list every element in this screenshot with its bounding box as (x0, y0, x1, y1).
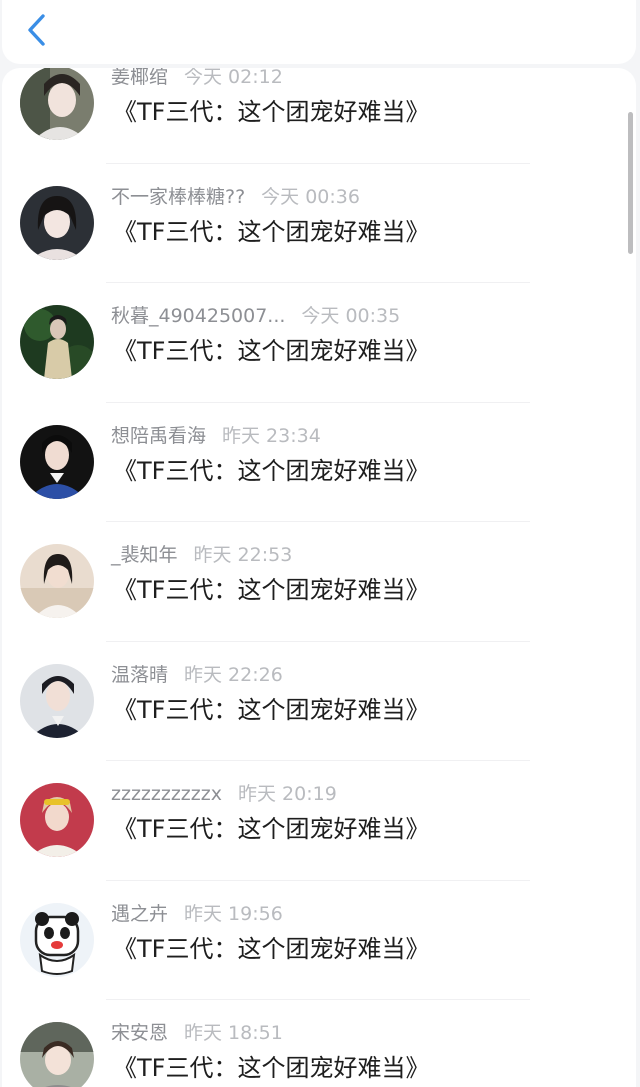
timestamp: 今天 00:35 (301, 305, 401, 327)
list-item[interactable]: 不一家棒棒糖?? 今天 00:36 《TF三代：这个团宠好难当》 (2, 164, 636, 283)
timestamp: 昨天 22:53 (193, 544, 293, 566)
book-title[interactable]: 《TF三代：这个团宠好难当》 (113, 217, 429, 247)
avatar[interactable] (20, 68, 94, 140)
scrollbar[interactable] (628, 112, 633, 254)
list-item[interactable]: _裴知年 昨天 22:53 《TF三代：这个团宠好难当》 (2, 522, 636, 642)
avatar[interactable] (20, 663, 94, 738)
timestamp: 昨天 23:34 (222, 424, 321, 447)
top-bar (2, 0, 636, 64)
message-meta: 不一家棒棒糖?? 今天 00:36 (111, 185, 360, 209)
user-name[interactable]: 遇之卉 (111, 903, 168, 925)
user-name[interactable]: 想陪禹看海 (111, 425, 206, 447)
book-title[interactable]: 《TF三代：这个团宠好难当》 (113, 695, 429, 725)
book-title[interactable]: 《TF三代：这个团宠好难当》 (113, 336, 429, 366)
user-name[interactable]: zzzzzzzzzzx (111, 783, 222, 805)
message-list: 姜椰绾 今天 02:12 《TF三代：这个团宠好难当》 不一家棒棒糖?? 今天 00… (2, 68, 636, 1087)
timestamp: 昨天 19:56 (184, 902, 283, 925)
message-meta: 温落晴 昨天 22:26 (111, 663, 283, 687)
user-name[interactable]: 姜椰绾 (111, 68, 168, 88)
back-button[interactable] (18, 12, 54, 52)
user-name[interactable]: 宋安恩 (111, 1022, 168, 1044)
message-meta: 姜椰绾 今天 02:12 (111, 68, 283, 89)
message-list-card: 姜椰绾 今天 02:12 《TF三代：这个团宠好难当》 不一家棒棒糖?? 今天 00… (2, 68, 636, 1087)
avatar[interactable] (20, 185, 94, 260)
list-item[interactable]: zzzzzzzzzzx 昨天 20:19 《TF三代：这个团宠好难当》 (2, 761, 636, 881)
notification-list-page: 姜椰绾 今天 02:12 《TF三代：这个团宠好难当》 不一家棒棒糖?? 今天 00… (0, 0, 640, 1087)
message-meta: zzzzzzzzzzx 昨天 20:19 (111, 782, 337, 806)
book-title[interactable]: 《TF三代：这个团宠好难当》 (113, 1053, 429, 1083)
list-item[interactable]: 想陪禹看海 昨天 23:34 《TF三代：这个团宠好难当》 (2, 403, 636, 522)
timestamp: 今天 00:36 (261, 185, 360, 208)
user-name[interactable]: 温落晴 (111, 664, 168, 686)
list-item[interactable]: 秋暮_490425007... 今天 00:35 《TF三代：这个团宠好难当》 (2, 283, 636, 403)
timestamp: 今天 02:12 (184, 68, 283, 88)
avatar[interactable] (20, 783, 94, 857)
list-item[interactable]: 温落晴 昨天 22:26 《TF三代：这个团宠好难当》 (2, 642, 636, 761)
book-title[interactable]: 《TF三代：这个团宠好难当》 (113, 575, 429, 605)
message-meta: 宋安恩 昨天 18:51 (111, 1021, 283, 1045)
message-meta: 遇之卉 昨天 19:56 (111, 902, 283, 926)
book-title[interactable]: 《TF三代：这个团宠好难当》 (113, 456, 429, 486)
message-meta: 想陪禹看海 昨天 23:34 (111, 424, 321, 448)
avatar[interactable] (20, 544, 94, 618)
user-name[interactable]: 不一家棒棒糖?? (111, 186, 245, 208)
avatar[interactable] (20, 305, 94, 379)
message-meta: _裴知年 昨天 22:53 (111, 543, 292, 567)
book-title[interactable]: 《TF三代：这个团宠好难当》 (113, 934, 429, 964)
message-meta: 秋暮_490425007... 今天 00:35 (111, 304, 400, 328)
timestamp: 昨天 18:51 (184, 1022, 283, 1044)
book-title[interactable]: 《TF三代：这个团宠好难当》 (113, 97, 429, 127)
avatar[interactable] (20, 902, 94, 977)
timestamp: 昨天 22:26 (184, 663, 283, 686)
list-item[interactable]: 遇之卉 昨天 19:56 《TF三代：这个团宠好难当》 (2, 881, 636, 1000)
timestamp: 昨天 20:19 (237, 783, 337, 805)
book-title[interactable]: 《TF三代：这个团宠好难当》 (113, 814, 429, 844)
avatar[interactable] (20, 1022, 94, 1087)
list-item[interactable]: 宋安恩 昨天 18:51 《TF三代：这个团宠好难当》 (2, 1000, 636, 1087)
avatar[interactable] (20, 424, 94, 499)
list-item[interactable]: 姜椰绾 今天 02:12 《TF三代：这个团宠好难当》 (2, 68, 636, 164)
user-name[interactable]: _裴知年 (111, 544, 178, 566)
user-name[interactable]: 秋暮_490425007... (111, 305, 285, 327)
chevron-left-icon (25, 13, 47, 51)
